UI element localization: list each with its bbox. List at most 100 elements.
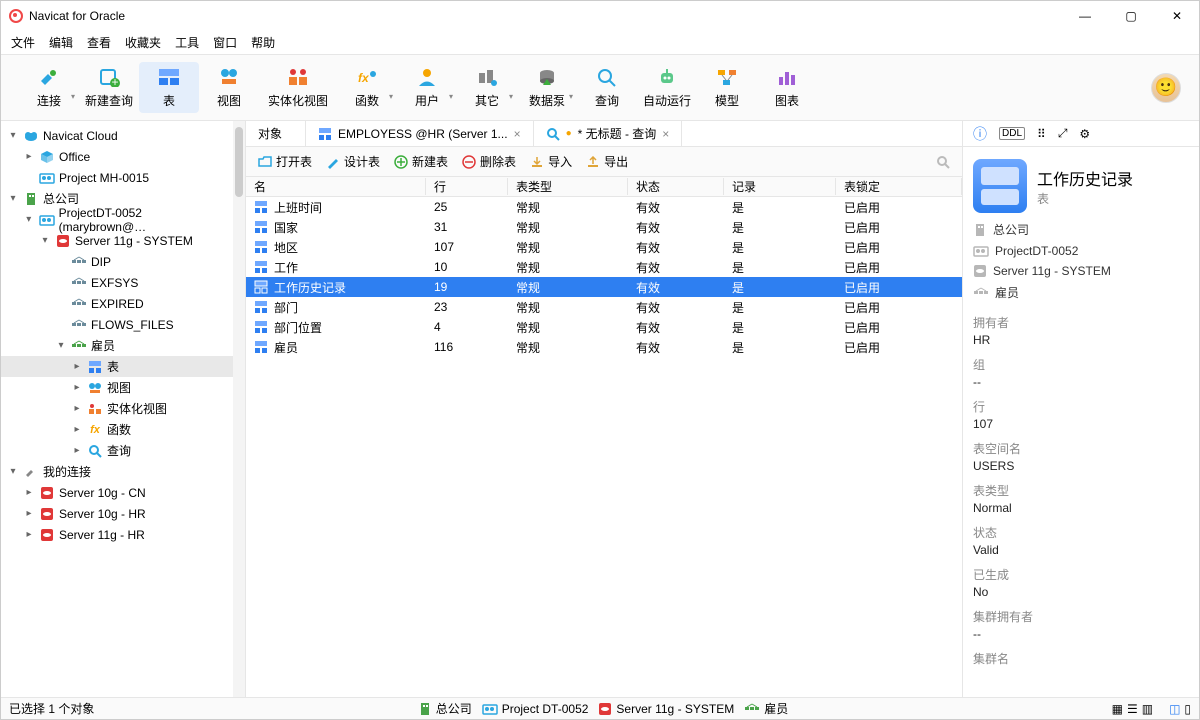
toolbar-newq-button[interactable]: +新建查询 [79, 62, 139, 113]
info-icon[interactable]: ⓘ [973, 124, 987, 144]
ddl-icon[interactable]: DDL [999, 127, 1025, 140]
tree-caret[interactable]: ▾ [23, 214, 35, 225]
tree-node[interactable]: ▾雇员 [1, 335, 233, 356]
objtool-del[interactable]: 删除表 [462, 153, 516, 170]
tree-node[interactable]: ▸表 [1, 356, 233, 377]
tree-scrollbar[interactable] [233, 121, 245, 697]
column-header[interactable]: 表锁定 [836, 178, 962, 195]
tree-node[interactable]: ▸Server 10g - CN [1, 482, 233, 503]
tree-node[interactable]: ▸fx函数 [1, 419, 233, 440]
layout-2-icon[interactable]: ▯ [1184, 702, 1191, 716]
objtool-imp[interactable]: 导入 [530, 153, 572, 170]
breadcrumb-item[interactable]: ProjectDT-0052 [973, 244, 1189, 258]
tab[interactable]: 对象 [246, 121, 306, 146]
column-header[interactable]: 行 [426, 178, 508, 195]
tree-node[interactable]: ▸实体化视图 [1, 398, 233, 419]
tree-caret[interactable]: ▸ [71, 382, 83, 393]
layout-1-icon[interactable]: ◫ [1169, 702, 1180, 716]
tab-close-icon[interactable]: × [514, 127, 521, 141]
close-button[interactable]: ✕ [1163, 9, 1191, 23]
tree-node[interactable]: ▾ProjectDT-0052 (marybrown@… [1, 209, 233, 230]
table-row[interactable]: 上班时间25常规有效是已启用 [246, 197, 962, 217]
tree-caret[interactable]: ▸ [71, 424, 83, 435]
toolbar-user-button[interactable]: 用户 [397, 62, 457, 113]
menu-item[interactable]: 查看 [87, 34, 111, 51]
tree-node[interactable]: DIP [1, 251, 233, 272]
toolbar-mview-button[interactable]: 实体化视图 [259, 62, 337, 113]
toolbar-table-button[interactable]: 表 [139, 62, 199, 113]
view-list-icon[interactable]: ☰ [1127, 702, 1138, 716]
column-header[interactable]: 表类型 [508, 178, 628, 195]
tree-caret[interactable]: ▾ [7, 466, 19, 477]
toolbar-chart-button[interactable]: 图表 [757, 62, 817, 113]
tree-caret[interactable]: ▾ [39, 235, 51, 246]
tree-caret[interactable]: ▸ [71, 445, 83, 456]
view-detail-icon[interactable]: ▥ [1142, 702, 1153, 716]
status-path-item[interactable]: 总公司 [418, 700, 472, 717]
objtool-new[interactable]: 新建表 [394, 153, 448, 170]
toolbar-query-button[interactable]: 查询 [577, 62, 637, 113]
tree-caret[interactable]: ▾ [55, 340, 67, 351]
tree-caret[interactable]: ▾ [7, 193, 19, 204]
table-row[interactable]: 部门位置4常规有效是已启用 [246, 317, 962, 337]
table-row[interactable]: 地区107常规有效是已启用 [246, 237, 962, 257]
table-row[interactable]: 部门23常规有效是已启用 [246, 297, 962, 317]
toolbar-fx-button[interactable]: fx函数 [337, 62, 397, 113]
status-path-item[interactable]: 雇员 [744, 700, 788, 717]
toolbar-model-button[interactable]: 模型 [697, 62, 757, 113]
objtool-design[interactable]: 设计表 [326, 153, 380, 170]
tree-caret[interactable]: ▸ [23, 508, 35, 519]
minimize-button[interactable]: ― [1071, 9, 1099, 23]
tree-node[interactable]: EXPIRED [1, 293, 233, 314]
user-avatar[interactable]: 🙂 [1151, 73, 1181, 103]
table-row[interactable]: 工作历史记录19常规有效是已启用 [246, 277, 962, 297]
deps-icon[interactable]: ⠿ [1037, 127, 1046, 141]
maximize-button[interactable]: ▢ [1117, 9, 1145, 23]
toolbar-view-button[interactable]: 视图 [199, 62, 259, 113]
tree-node[interactable]: ▸视图 [1, 377, 233, 398]
tree-caret[interactable]: ▸ [23, 529, 35, 540]
search-icon[interactable] [936, 155, 950, 169]
table-row[interactable]: 雇员116常规有效是已启用 [246, 337, 962, 357]
gear-icon[interactable]: ⚙ [1079, 127, 1090, 141]
expand-icon[interactable]: ⤢ [1058, 126, 1068, 141]
tree-node[interactable]: FLOWS_FILES [1, 314, 233, 335]
menu-item[interactable]: 收藏夹 [125, 34, 161, 51]
breadcrumb-item[interactable]: 总公司 [973, 221, 1189, 238]
tree-node[interactable]: ▸Server 11g - HR [1, 524, 233, 545]
column-header[interactable]: 记录 [724, 178, 836, 195]
table-row[interactable]: 工作10常规有效是已启用 [246, 257, 962, 277]
tree-caret[interactable]: ▸ [23, 487, 35, 498]
tree-caret[interactable]: ▸ [23, 151, 35, 162]
toolbar-plug-button[interactable]: 连接 [19, 62, 79, 113]
table-row[interactable]: 国家31常规有效是已启用 [246, 217, 962, 237]
breadcrumb-item[interactable]: 雇员 [973, 284, 1189, 301]
menu-item[interactable]: 工具 [175, 34, 199, 51]
tab[interactable]: EMPLOYESS @HR (Server 1...× [306, 121, 534, 146]
tree-caret[interactable]: ▾ [7, 130, 19, 141]
tab-close-icon[interactable]: × [662, 127, 669, 141]
tab[interactable]: ●* 无标题 - 查询× [534, 121, 683, 146]
column-header[interactable]: 状态 [628, 178, 724, 195]
tree-node[interactable]: ▾我的连接 [1, 461, 233, 482]
connection-tree[interactable]: ▾Navicat Cloud▸OfficeProject MH-0015▾总公司… [1, 121, 233, 697]
status-path-item[interactable]: Server 11g - SYSTEM [598, 700, 734, 717]
tree-node[interactable]: ▸Office [1, 146, 233, 167]
tree-node[interactable]: Project MH-0015 [1, 167, 233, 188]
toolbar-other-button[interactable]: 其它 [457, 62, 517, 113]
breadcrumb-item[interactable]: Server 11g - SYSTEM [973, 264, 1189, 278]
menu-item[interactable]: 文件 [11, 34, 35, 51]
menu-item[interactable]: 帮助 [251, 34, 275, 51]
menu-item[interactable]: 编辑 [49, 34, 73, 51]
tree-node[interactable]: ▸Server 10g - HR [1, 503, 233, 524]
tree-node[interactable]: EXFSYS [1, 272, 233, 293]
tree-caret[interactable]: ▸ [71, 403, 83, 414]
status-path-item[interactable]: Project DT-0052 [482, 700, 589, 717]
tree-node[interactable]: ▾Navicat Cloud [1, 125, 233, 146]
toolbar-robot-button[interactable]: 自动运行 [637, 62, 697, 113]
menu-item[interactable]: 窗口 [213, 34, 237, 51]
tree-caret[interactable]: ▸ [71, 361, 83, 372]
objtool-open[interactable]: 打开表 [258, 153, 312, 170]
objtool-exp[interactable]: 导出 [586, 153, 628, 170]
column-header[interactable]: 名 [246, 178, 426, 195]
